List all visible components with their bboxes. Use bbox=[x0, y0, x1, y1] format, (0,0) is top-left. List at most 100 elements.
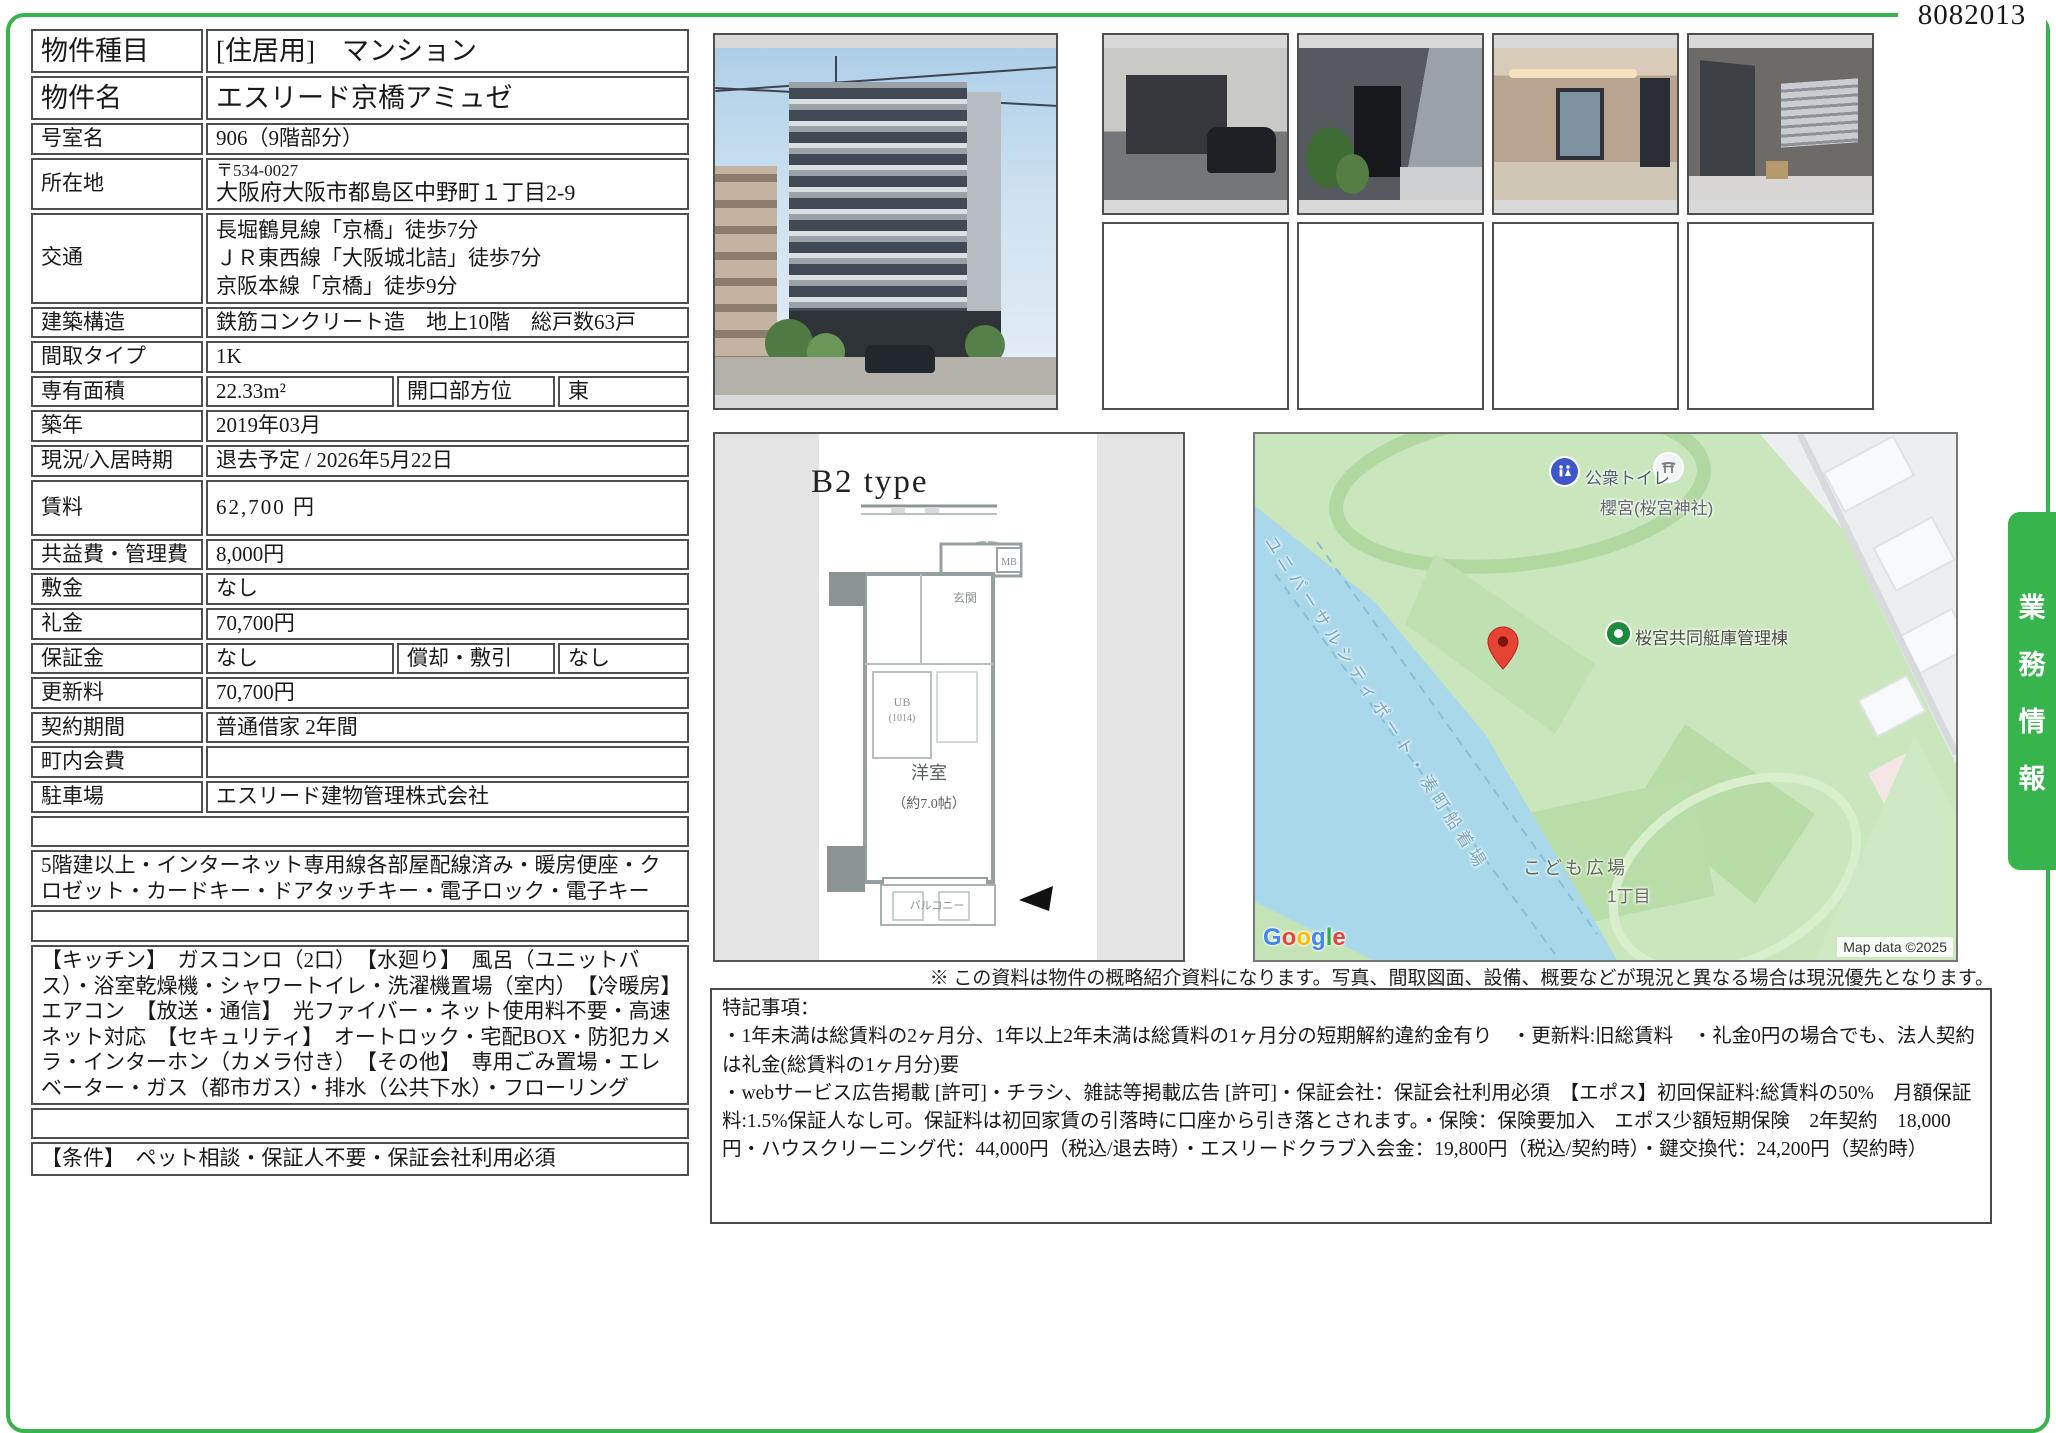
table-row: 礼金 70,700円 bbox=[31, 608, 689, 640]
disclaimer-text: ※ この資料は物件の概略紹介資料になります。写真、間取図面、設備、概要などが現況… bbox=[700, 963, 1994, 990]
row-label: 共益費・管理費 bbox=[31, 539, 203, 571]
empty-photo-slot bbox=[1687, 222, 1874, 410]
row-value: 東 bbox=[558, 376, 689, 408]
row-label: 専有面積 bbox=[31, 376, 203, 408]
table-row: 共益費・管理費 8,000円 bbox=[31, 539, 689, 571]
table-row: 更新料 70,700円 bbox=[31, 677, 689, 709]
thumbnail-photo-parking bbox=[1102, 33, 1289, 215]
row-value: 8,000円 bbox=[206, 539, 689, 571]
property-flyer-page: { "page": { "doc_number": "8082013", "si… bbox=[0, 0, 2056, 1219]
remarks-header: 備 考 bbox=[31, 816, 689, 848]
building-exterior-image bbox=[715, 48, 1056, 395]
row-label: 開口部方位 bbox=[397, 376, 555, 408]
row-label: 敷金 bbox=[31, 573, 203, 605]
location-map[interactable]: 公衆トイレ 櫻宮(桜宮神社) 桜宮共同艇庫管理棟 ユニバーサルシティポート・湊町… bbox=[1253, 432, 1958, 962]
floorplan-type-title: B2 type bbox=[811, 464, 929, 501]
table-row: 号室名 906（9階部分） bbox=[31, 123, 689, 155]
restroom-pin-icon[interactable] bbox=[1551, 458, 1578, 485]
row-label: 号室名 bbox=[31, 123, 203, 155]
access-line: ＪＲ東西線「大阪城北詰」徒歩7分 bbox=[216, 244, 679, 272]
table-row: 現況/入居時期 退去予定 / 2026年5月22日 bbox=[31, 445, 689, 477]
row-value: 2019年03月 bbox=[206, 410, 689, 442]
row-label: 更新料 bbox=[31, 677, 203, 709]
row-label: 契約期間 bbox=[31, 712, 203, 744]
table-row: 専有面積 22.33m² 開口部方位 東 bbox=[31, 376, 689, 408]
section-band-row: 条 件 bbox=[31, 1108, 689, 1140]
business-info-tab[interactable]: 業 務 情 報 bbox=[2008, 512, 2056, 870]
rent-value: 62,700 円 bbox=[206, 480, 689, 536]
table-row: 町内会費 bbox=[31, 746, 689, 778]
notes-line: ・webサービス広告掲載 [許可]・チラシ、雑誌等掲載広告 [許可]・保証会社：… bbox=[722, 1080, 1980, 1165]
row-label: 築年 bbox=[31, 410, 203, 442]
row-label: 所在地 bbox=[31, 158, 203, 210]
empty-photo-slot bbox=[1102, 222, 1289, 410]
floorplan-panel: 玄関 MB UB (1014) 洋室 （約7.0帖） バルコニー B2 type bbox=[713, 432, 1185, 962]
map-label-public-toilet: 公衆トイレ bbox=[1585, 464, 1670, 489]
conditions-header: 条 件 bbox=[31, 1108, 689, 1140]
table-row: 5階建以上・インターネット専用線各部屋配線済み・暖房便座・クロゼット・カードキー… bbox=[31, 850, 689, 907]
row-value bbox=[206, 746, 689, 778]
row-label: 現況/入居時期 bbox=[31, 445, 203, 477]
google-logo[interactable]: Google bbox=[1263, 924, 1346, 952]
thumbnail-photo-entrance bbox=[1297, 33, 1484, 215]
notes-line: ・1年未満は総賃料の2ヶ月分、1年以上2年未満は総賃料の1ヶ月分の短期解約違約金… bbox=[722, 1023, 1980, 1080]
row-label: 物件種目 bbox=[31, 29, 203, 73]
table-row: 所在地 〒534-0027 大阪府大阪市都島区中野町１丁目2-9 bbox=[31, 158, 689, 210]
table-row: 物件種目 [住居用] マンション bbox=[31, 29, 689, 73]
address-text: 大阪府大阪市都島区中野町１丁目2-9 bbox=[216, 180, 679, 205]
tab-char: 務 bbox=[2019, 643, 2046, 682]
row-value: 鉄筋コンクリート造 地上10階 総戸数63戸 bbox=[206, 307, 689, 339]
row-value: なし bbox=[206, 573, 689, 605]
row-value: 22.33m² bbox=[206, 376, 394, 408]
map-label-shrine: 櫻宮(桜宮神社) bbox=[1600, 494, 1713, 519]
table-row: 駐車場 エスリード建物管理株式会社 bbox=[31, 781, 689, 813]
table-row: 交通 長堀鶴見線「京橋」徒歩7分 ＪＲ東西線「大阪城北詰」徒歩7分 京阪本線「京… bbox=[31, 213, 689, 304]
boathouse-poi-pin-icon[interactable] bbox=[1607, 622, 1630, 645]
equipment-text: 【キッチン】 ガスコンロ（2口） 【水廻り】 風呂（ユニットバス）・浴室乾燥機・… bbox=[31, 945, 689, 1105]
section-band-row: 備 考 bbox=[31, 816, 689, 848]
table-row: 物件名 エスリード京橋アミュゼ bbox=[31, 76, 689, 120]
table-row: 間取タイプ 1K bbox=[31, 341, 689, 373]
row-value: 70,700円 bbox=[206, 677, 689, 709]
row-label: 町内会費 bbox=[31, 746, 203, 778]
main-building-photo bbox=[713, 33, 1058, 410]
plan-room-size-label: （約7.0帖） bbox=[892, 796, 966, 812]
row-label: 駐車場 bbox=[31, 781, 203, 813]
row-value: なし bbox=[558, 643, 689, 675]
conditions-text: 【条件】 ペット相談・保証人不要・保証会社利用必須 bbox=[31, 1142, 689, 1176]
row-label: 償却・敷引 bbox=[397, 643, 555, 675]
table-row-rent: 賃料 62,700 円 bbox=[31, 480, 689, 536]
property-spec-table: 物件種目 [住居用] マンション 物件名 エスリード京橋アミュゼ 号室名 906… bbox=[28, 26, 692, 1179]
table-row: 契約期間 普通借家 2年間 bbox=[31, 712, 689, 744]
thumbnail-photo-mailboxes bbox=[1687, 33, 1874, 215]
row-value: 906（9階部分） bbox=[206, 123, 689, 155]
map-label-park: こども広場 bbox=[1523, 854, 1628, 880]
row-value: エスリード建物管理株式会社 bbox=[206, 781, 689, 813]
tab-char: 報 bbox=[2019, 757, 2046, 796]
plan-ub-size-label: (1014) bbox=[889, 713, 916, 724]
row-value: 〒534-0027 大阪府大阪市都島区中野町１丁目2-9 bbox=[206, 158, 689, 210]
row-value: 70,700円 bbox=[206, 608, 689, 640]
thumbnail-photo-lobby bbox=[1492, 33, 1679, 215]
table-row: 建築構造 鉄筋コンクリート造 地上10階 総戸数63戸 bbox=[31, 307, 689, 339]
red-location-marker-icon[interactable] bbox=[1487, 626, 1519, 670]
plan-entrance-label: 玄関 bbox=[953, 590, 977, 605]
equipment-header: 設 備 bbox=[31, 910, 689, 942]
access-line: 京阪本線「京橋」徒歩9分 bbox=[216, 272, 679, 300]
special-notes-panel: 特記事項： ・1年未満は総賃料の2ヶ月分、1年以上2年未満は総賃料の1ヶ月分の短… bbox=[710, 988, 1992, 1224]
row-label: 物件名 bbox=[31, 76, 203, 120]
row-label: 礼金 bbox=[31, 608, 203, 640]
row-label: 間取タイプ bbox=[31, 341, 203, 373]
table-row: 敷金 なし bbox=[31, 573, 689, 605]
empty-photo-slot bbox=[1297, 222, 1484, 410]
floorplan-drawing: 玄関 MB UB (1014) 洋室 （約7.0帖） バルコニー bbox=[715, 434, 1183, 960]
remarks-text: 5階建以上・インターネット専用線各部屋配線済み・暖房便座・クロゼット・カードキー… bbox=[31, 850, 689, 907]
plan-ub-label: UB bbox=[894, 695, 911, 709]
table-row: 【条件】 ペット相談・保証人不要・保証会社利用必須 bbox=[31, 1142, 689, 1176]
row-value: エスリード京橋アミュゼ bbox=[206, 76, 689, 120]
row-value: 普通借家 2年間 bbox=[206, 712, 689, 744]
row-value: [住居用] マンション bbox=[206, 29, 689, 73]
access-line: 長堀鶴見線「京橋」徒歩7分 bbox=[216, 216, 679, 244]
row-value: 1K bbox=[206, 341, 689, 373]
empty-photo-slot bbox=[1492, 222, 1679, 410]
